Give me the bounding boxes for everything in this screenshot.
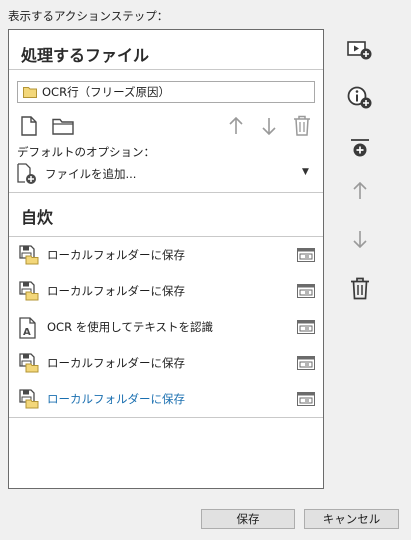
save-button[interactable]: 保存 [201, 509, 295, 529]
ocr-text-icon: A [19, 317, 37, 339]
action-item-selected[interactable]: ローカルフォルダーに保存 [9, 381, 323, 417]
action-item-label: ローカルフォルダーに保存 [47, 356, 185, 370]
divider [9, 69, 323, 70]
action-item-label: ローカルフォルダーに保存 [47, 248, 185, 262]
divider [9, 417, 323, 418]
cancel-button[interactable]: キャンセル [304, 509, 399, 529]
save-to-folder-icon [19, 353, 39, 373]
steps-label: 表示するアクションステップ： [8, 9, 169, 23]
add-folder-icon[interactable] [52, 118, 74, 135]
actions-section-title: 自炊 [21, 208, 54, 227]
action-item-label: ローカルフォルダーに保存 [47, 284, 185, 298]
add-file-icon[interactable] [21, 116, 37, 136]
selected-file-label: OCR行（フリーズ原因） [42, 85, 170, 99]
delete-icon[interactable] [344, 274, 376, 302]
add-file-label: ファイルを追加... [45, 167, 137, 181]
options-icon[interactable] [297, 248, 315, 262]
save-to-folder-icon [19, 389, 39, 409]
selected-file-item[interactable]: OCR行（フリーズ原因） [17, 81, 315, 103]
move-down-icon[interactable] [262, 117, 276, 135]
options-icon[interactable] [297, 356, 315, 370]
save-to-folder-icon [19, 245, 39, 265]
options-icon[interactable] [297, 320, 315, 334]
svg-text:A: A [23, 327, 31, 338]
folder-icon [23, 86, 37, 98]
add-divider-icon[interactable] [344, 134, 376, 162]
options-icon[interactable] [297, 392, 315, 406]
files-section-title: 処理するファイル [21, 46, 150, 65]
add-content-icon[interactable] [344, 36, 376, 64]
move-down-icon[interactable] [344, 225, 376, 253]
chevron-down-icon[interactable]: ▼ [302, 167, 309, 177]
action-item-label: OCR を使用してテキストを認識 [47, 320, 214, 334]
move-up-icon[interactable] [229, 117, 243, 135]
action-item-label: ローカルフォルダーに保存 [47, 392, 185, 406]
move-up-icon[interactable] [344, 177, 376, 205]
save-to-folder-icon [19, 281, 39, 301]
options-icon[interactable] [297, 284, 315, 298]
add-instruction-icon[interactable] [344, 84, 376, 112]
action-item[interactable]: ローカルフォルダーに保存 [9, 345, 323, 381]
divider [9, 192, 323, 193]
default-options-label: デフォルトのオプション： [17, 145, 155, 159]
action-item[interactable]: ローカルフォルダーに保存 [9, 273, 323, 309]
action-item[interactable]: ローカルフォルダーに保存 [9, 237, 323, 273]
add-file-dropdown[interactable]: ファイルを追加... ▼ [17, 161, 315, 185]
add-file-doc-icon [17, 163, 37, 185]
delete-icon[interactable] [293, 115, 311, 136]
action-item[interactable]: A OCR を使用してテキストを認識 [9, 309, 323, 345]
action-steps-panel: 処理するファイル OCR行（フリーズ原因） デフォルトのオプション： ファイルを… [8, 29, 324, 489]
